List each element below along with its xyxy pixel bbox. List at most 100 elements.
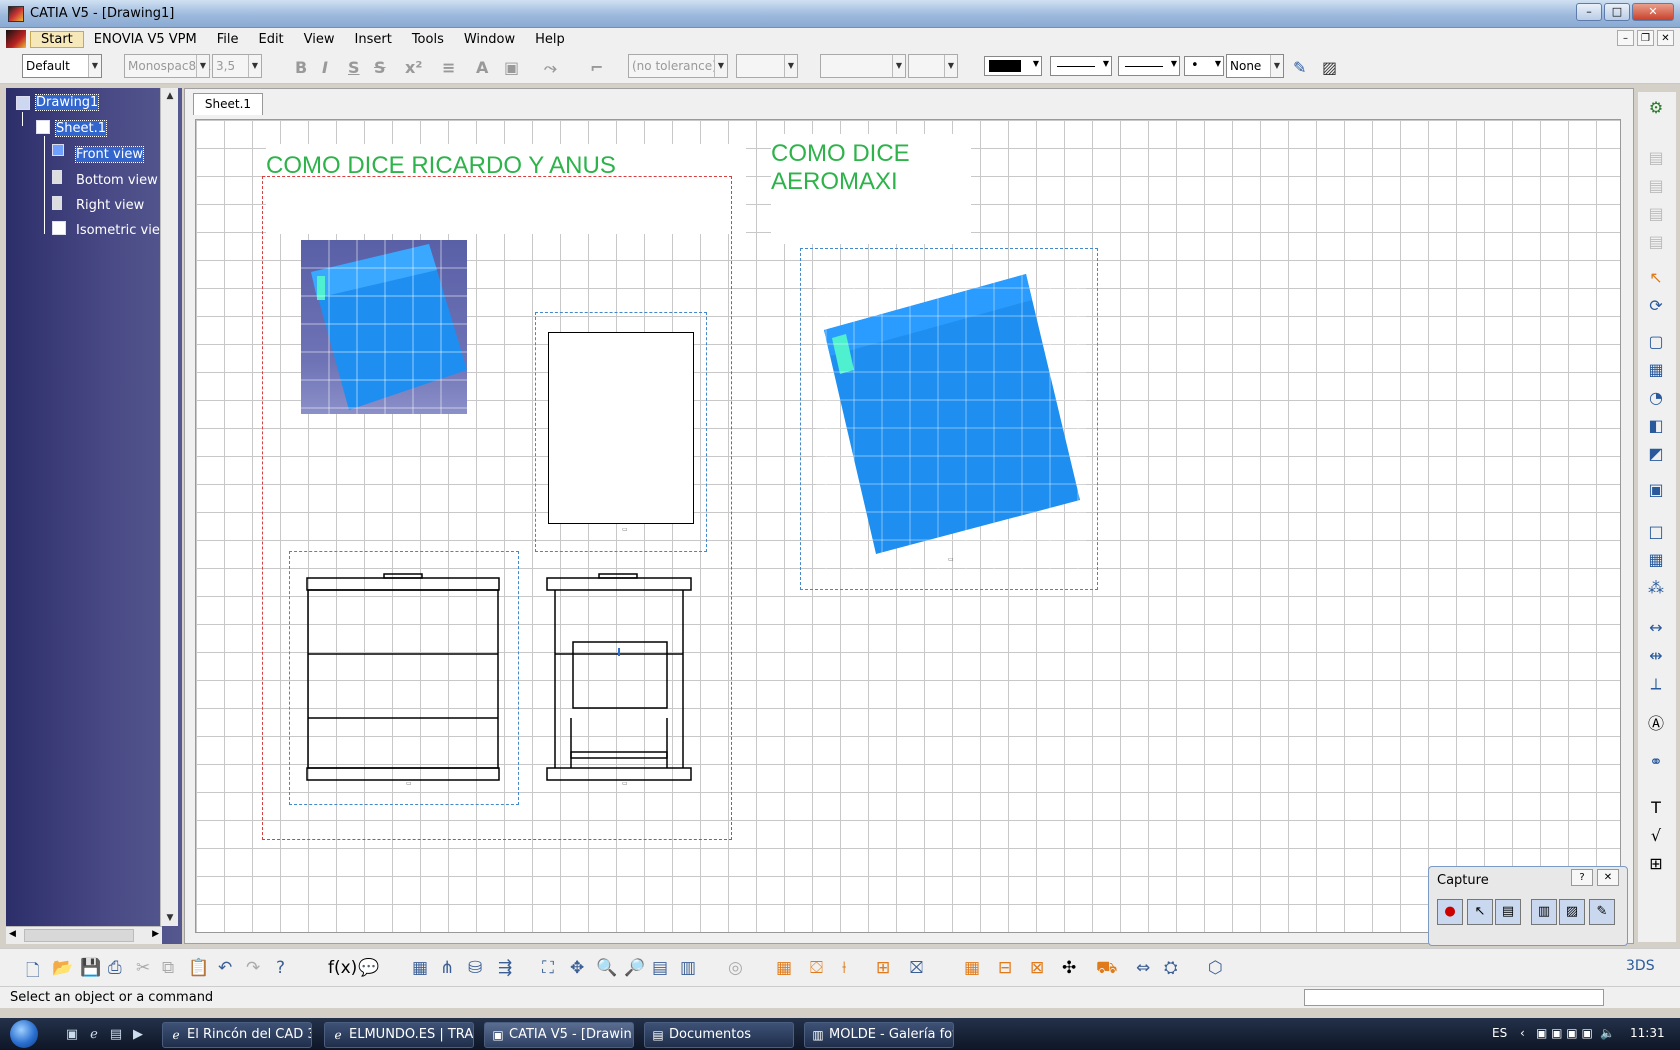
normal-view-icon[interactable]: ▤ — [652, 958, 668, 978]
visualization-icon[interactable]: ⛟ — [1096, 958, 1117, 980]
superscript-icon[interactable]: x² — [405, 58, 422, 77]
tray-expand-icon[interactable]: ‹ — [1520, 1026, 1525, 1040]
scroll-down-icon[interactable]: ▼ — [162, 910, 178, 926]
new-file-icon[interactable]: 🗋 — [26, 958, 40, 987]
grid-icon[interactable]: ⊞ — [1644, 854, 1668, 876]
align-icon[interactable]: ≡ — [442, 58, 455, 77]
help-button[interactable]: ? — [1571, 869, 1593, 886]
chevron-down-icon[interactable]: ▼ — [1103, 59, 1109, 68]
detail-sheet-icon[interactable]: ▤ — [1644, 204, 1668, 226]
tree-node-sheet[interactable]: Sheet.1 — [55, 120, 107, 137]
text-frame-icon[interactable]: Ⓐ — [1644, 710, 1668, 733]
update-icon[interactable]: ⟳ — [1644, 296, 1668, 318]
cursor-feedback-icon[interactable]: ⊟ — [998, 958, 1012, 978]
task-elmundo[interactable]: ℯ ELMUNDO.ES | TRA... — [324, 1022, 474, 1048]
italic-icon[interactable]: I — [322, 58, 328, 77]
tree-node-drawing[interactable]: Drawing1 — [34, 94, 100, 111]
tolerance-format-combo[interactable]: ▼ — [736, 54, 798, 78]
task-el-rincon[interactable]: ℯ El Rincón del CAD 3... — [162, 1022, 312, 1048]
record-icon[interactable]: ● — [1437, 899, 1463, 925]
filter-icon[interactable]: ⊞ — [876, 958, 890, 978]
front-view-tool-icon[interactable]: ▢ — [1644, 332, 1668, 354]
color-picker[interactable]: ▼ — [984, 56, 1042, 76]
underline-icon[interactable]: S — [348, 58, 360, 77]
chevron-down-icon[interactable]: ▼ — [1171, 59, 1177, 68]
start-button[interactable] — [10, 1020, 38, 1048]
wizard-icon[interactable]: ◩ — [1644, 444, 1668, 466]
chevron-down-icon[interactable]: ▼ — [784, 55, 797, 77]
chevron-down-icon[interactable]: ▼ — [892, 55, 905, 77]
tree-expand-icon[interactable]: ⋔ — [440, 958, 454, 978]
cube-icon[interactable]: ⬡ — [1208, 958, 1223, 978]
open-folder-icon[interactable]: 📂 — [52, 958, 73, 978]
hatch-icon[interactable]: ▨ — [1322, 58, 1337, 77]
draw-tool-icon[interactable]: ✎ — [1589, 899, 1615, 925]
zoom-out-icon[interactable]: 🔎 — [624, 958, 645, 978]
tree-node-front-view[interactable]: Front view — [75, 146, 144, 163]
catalog-icon[interactable]: ⛁ — [468, 958, 482, 978]
tree-vertical-scrollbar[interactable]: ▲ ▼ — [160, 88, 178, 926]
tree-horizontal-scrollbar[interactable]: ◀ ▶ — [6, 926, 162, 944]
style-combo[interactable]: Default ▼ — [22, 54, 102, 78]
compass-icon[interactable]: ⚙ — [1644, 98, 1668, 120]
font-combo[interactable]: Monospac821 ▼ — [124, 54, 211, 78]
dimension-combo[interactable]: ▼ — [820, 54, 906, 78]
drawing-canvas[interactable]: COMO DICE RICARDO Y ANUS COMO DICE AEROMA… — [195, 119, 1621, 933]
cut-icon[interactable]: ✂ — [136, 958, 150, 978]
chevron-down-icon[interactable]: ▼ — [1215, 59, 1221, 68]
tool-palette-icon[interactable]: ⛭ — [1164, 958, 1178, 978]
frame-icon[interactable]: ▣ — [504, 58, 519, 77]
dimension-analysis-icon[interactable]: ⛝ — [910, 958, 923, 978]
datum-icon[interactable]: ⌐ — [590, 58, 603, 77]
chevron-down-icon[interactable]: ▼ — [1270, 55, 1283, 77]
rectangle-icon[interactable]: □ — [1644, 522, 1668, 544]
catia-logo-icon[interactable] — [6, 30, 26, 48]
doc-minimize-button[interactable]: – — [1617, 30, 1634, 46]
fit-all-icon[interactable]: ⛶ — [542, 958, 554, 978]
maximize-button[interactable]: □ — [1604, 3, 1630, 21]
bold-icon[interactable]: B — [295, 58, 307, 77]
line-type-picker[interactable]: ▼ — [1118, 56, 1180, 76]
window-switch-icon[interactable]: ▤ — [108, 1027, 124, 1043]
new-view-icon[interactable]: ▤ — [1644, 232, 1668, 254]
analysis-display-icon[interactable]: ⟊ — [842, 958, 846, 978]
scroll-left-icon[interactable]: ◀ — [9, 929, 16, 939]
chevron-down-icon[interactable]: ▼ — [1033, 59, 1039, 68]
capture-image-icon[interactable]: ▨ — [1559, 899, 1585, 925]
point-type-picker[interactable]: • ▼ — [1184, 56, 1224, 76]
close-capture-button[interactable]: ✕ — [1597, 869, 1619, 886]
tree-node-isometric-view[interactable]: Isometric view — [76, 223, 171, 238]
embedded-image[interactable] — [301, 240, 467, 414]
print-icon[interactable]: ⎙ — [108, 958, 122, 978]
chevron-down-icon[interactable]: ▼ — [714, 55, 727, 77]
dimension-generation-icon[interactable]: ⟂ — [1644, 674, 1668, 696]
tab-sheet-1[interactable]: Sheet.1 — [193, 93, 263, 115]
task-catia[interactable]: ▣ CATIA V5 - [Drawin... — [484, 1022, 634, 1048]
copy-format-icon[interactable]: ✎ — [1293, 58, 1306, 77]
pan-icon[interactable]: ✥ — [570, 958, 584, 978]
sheet-icon[interactable]: ▤ — [1644, 148, 1668, 170]
tray-app-icons[interactable]: ▣ ▣ ▣ ▣ — [1536, 1026, 1593, 1040]
line-thickness-picker[interactable]: ▼ — [1050, 56, 1112, 76]
task-molde[interactable]: ▥ MOLDE - Galería fot... — [804, 1022, 954, 1048]
snap-to-point-icon[interactable]: ▦ — [964, 958, 980, 978]
media-player-icon[interactable]: ▶ — [130, 1027, 146, 1043]
doc-close-button[interactable]: ✕ — [1657, 30, 1674, 46]
geometry-creation-icon[interactable]: ✣ — [1062, 958, 1076, 978]
swap-visible-space-icon[interactable]: ◎ — [728, 958, 743, 978]
points-icon[interactable]: ⁂ — [1644, 578, 1668, 600]
menu-tools[interactable]: Tools — [402, 32, 454, 47]
menu-window[interactable]: Window — [454, 32, 525, 47]
menu-file[interactable]: File — [207, 32, 249, 47]
clock[interactable]: 11:31 — [1630, 1026, 1665, 1040]
knowledge-icon[interactable]: 💬 — [358, 958, 379, 978]
task-documentos[interactable]: ▤ Documentos — [644, 1022, 794, 1048]
dimensions-icon[interactable]: ↔ — [1644, 618, 1668, 640]
table-icon[interactable]: ▦ — [1644, 550, 1668, 572]
paste-icon[interactable]: 📋 — [188, 958, 209, 978]
zoom-in-icon[interactable]: 🔍 — [596, 958, 617, 978]
tree-node-bottom-view[interactable]: Bottom view — [76, 173, 158, 188]
album-icon[interactable]: ▥ — [1531, 899, 1557, 925]
scroll-up-icon[interactable]: ▲ — [162, 88, 178, 104]
redo-icon[interactable]: ↷ — [246, 958, 260, 978]
